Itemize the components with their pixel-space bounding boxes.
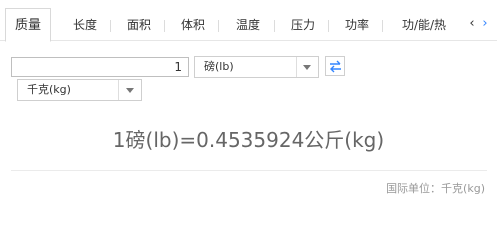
from-unit-select[interactable]: 磅(lb) <box>194 56 319 78</box>
tab-mass[interactable]: 质量 <box>5 8 51 42</box>
value-input[interactable] <box>11 57 189 77</box>
tab-separator <box>164 20 165 32</box>
to-unit-select[interactable]: 千克(kg) <box>17 79 142 101</box>
tab-power[interactable]: 功率 <box>332 8 382 41</box>
tab-separator <box>274 20 275 32</box>
tab-separator <box>110 20 111 32</box>
select-divider <box>118 80 119 100</box>
tab-pressure[interactable]: 压力 <box>278 8 328 41</box>
tab-separator <box>218 20 219 32</box>
tab-separator <box>328 20 329 32</box>
tab-volume[interactable]: 体积 <box>168 8 218 41</box>
unit-category-tabs: 质量 长度 面积 体积 温度 压力 功率 功/能/热 <box>0 8 497 42</box>
conversion-result: 1磅(lb)=0.4535924公斤(kg) <box>112 128 385 152</box>
chevron-left-icon[interactable]: ‹ <box>467 17 477 30</box>
from-unit-label: 磅(lb) <box>204 60 234 73</box>
tab-length[interactable]: 长度 <box>60 8 110 41</box>
tab-temperature[interactable]: 温度 <box>222 8 274 41</box>
swap-arrows-icon <box>330 60 341 73</box>
caret-down-icon <box>303 65 311 70</box>
tab-work-energy-heat[interactable]: 功/能/热 <box>392 8 456 41</box>
standard-unit-label: 国际单位：千克(kg) <box>386 182 485 195</box>
tab-area[interactable]: 面积 <box>114 8 164 41</box>
to-unit-label: 千克(kg) <box>27 83 71 96</box>
select-divider <box>296 57 297 77</box>
divider <box>11 170 487 171</box>
swap-button[interactable] <box>325 56 345 76</box>
tab-separator <box>382 20 383 32</box>
caret-down-icon <box>126 88 134 93</box>
chevron-right-icon[interactable]: › <box>480 17 490 30</box>
